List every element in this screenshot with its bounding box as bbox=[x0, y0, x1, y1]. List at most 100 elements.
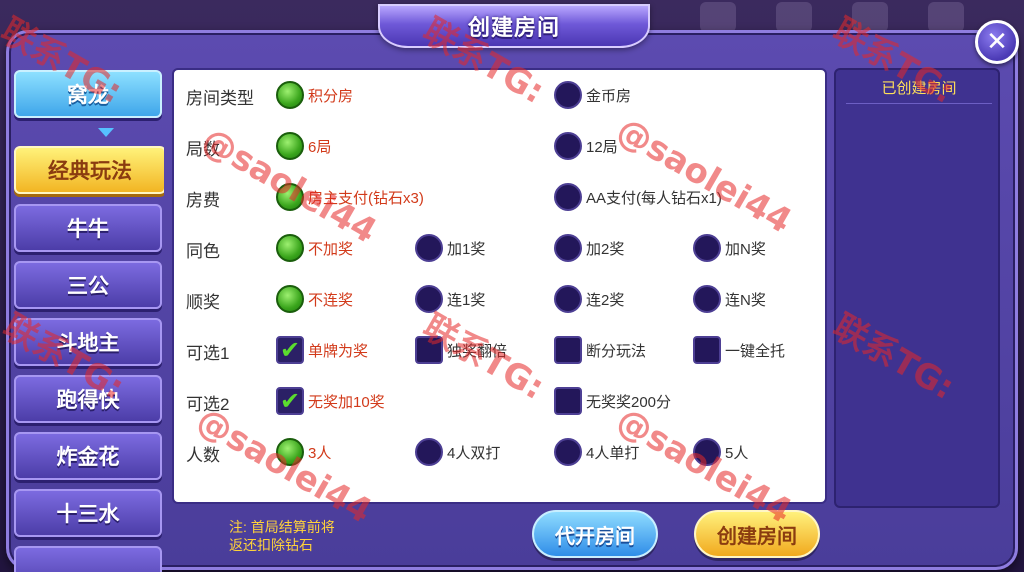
radio-option[interactable]: 加N奖 bbox=[693, 232, 766, 264]
radio-option[interactable]: AA支付(每人钻石x1) bbox=[554, 181, 722, 213]
option-row-same-color: 同色 不加奖 加1奖 加2奖 加N奖 bbox=[174, 228, 829, 268]
menu-item-label: 炸金花 bbox=[56, 445, 120, 469]
row-label: 局数 bbox=[186, 140, 220, 159]
radio-option[interactable]: 6局 bbox=[276, 130, 331, 162]
radio-option[interactable]: 加2奖 bbox=[554, 232, 624, 264]
button-label: 代开房间 bbox=[555, 523, 635, 548]
option-label: 12局 bbox=[586, 138, 618, 156]
radio-option[interactable]: 连N奖 bbox=[693, 283, 766, 315]
radio-option[interactable]: 5人 bbox=[693, 436, 748, 468]
option-label: 连1奖 bbox=[447, 291, 486, 309]
radio-option[interactable]: 不连奖 bbox=[276, 283, 353, 315]
radio-option[interactable]: 3人 bbox=[276, 436, 331, 468]
chevron-down-icon bbox=[98, 128, 114, 137]
row-label: 房间类型 bbox=[186, 89, 254, 108]
game-menu: 窝龙 经典玩法 牛牛 三公 斗地主 跑得快 炸金花 十三水 bbox=[14, 66, 164, 572]
checkbox-checked-icon: ✔ bbox=[276, 387, 304, 415]
option-label: 4人双打 bbox=[447, 444, 501, 462]
menu-item-doudizhu[interactable]: 斗地主 bbox=[14, 318, 162, 366]
checkbox-option[interactable]: ✔ 无奖加10奖 bbox=[276, 385, 385, 417]
radio-option[interactable]: 4人单打 bbox=[554, 436, 639, 468]
background-top-icons bbox=[700, 0, 964, 34]
radio-selected-icon bbox=[276, 183, 304, 211]
radio-option[interactable]: 加1奖 bbox=[415, 232, 485, 264]
checkbox-unchecked-icon bbox=[554, 336, 582, 364]
option-label: 独奖翻倍 bbox=[447, 342, 508, 360]
checkbox-option[interactable]: ✔ 单牌为奖 bbox=[276, 334, 368, 366]
bg-icon bbox=[700, 2, 736, 32]
menu-item-classic[interactable]: 经典玩法 bbox=[14, 146, 164, 194]
diamond-refund-note: 注: 首局结算前将 返还扣除钻石 bbox=[229, 518, 369, 554]
option-label: 房主支付(钻石x3) bbox=[308, 189, 424, 207]
radio-selected-icon bbox=[276, 234, 304, 262]
checkbox-unchecked-icon bbox=[693, 336, 721, 364]
option-label: 连2奖 bbox=[586, 291, 625, 309]
menu-item-sangong[interactable]: 三公 bbox=[14, 261, 162, 309]
menu-item-label: 跑得快 bbox=[56, 388, 120, 412]
close-icon: ✕ bbox=[986, 27, 1008, 57]
option-label: AA支付(每人钻石x1) bbox=[586, 189, 722, 207]
menu-item-paodekuai[interactable]: 跑得快 bbox=[14, 375, 162, 423]
option-row-optional-1: 可选1 ✔ 单牌为奖 独奖翻倍 断分玩法 一键全托 bbox=[174, 330, 829, 370]
radio-option[interactable]: 连1奖 bbox=[415, 283, 485, 315]
option-label: 6局 bbox=[308, 138, 332, 156]
checkbox-option[interactable]: 独奖翻倍 bbox=[415, 334, 507, 366]
radio-unselected-icon bbox=[554, 81, 582, 109]
radio-option[interactable]: 12局 bbox=[554, 130, 618, 162]
option-label: 单牌为奖 bbox=[308, 342, 369, 360]
option-row-optional-2: 可选2 ✔ 无奖加10奖 无奖奖200分 bbox=[174, 381, 829, 421]
radio-option[interactable]: 金币房 bbox=[554, 79, 631, 111]
option-label: 4人单打 bbox=[586, 444, 640, 462]
radio-unselected-icon bbox=[693, 285, 721, 313]
checkbox-option[interactable]: 无奖奖200分 bbox=[554, 385, 671, 417]
option-label: 无奖奖200分 bbox=[586, 393, 672, 411]
note-line: 注: 首局结算前将 bbox=[229, 519, 335, 535]
menu-item-niuniu[interactable]: 牛牛 bbox=[14, 204, 162, 252]
option-row-players: 人数 3人 4人双打 4人单打 5人 bbox=[174, 432, 829, 472]
radio-selected-icon bbox=[276, 132, 304, 160]
proxy-open-room-button[interactable]: 代开房间 bbox=[532, 510, 658, 558]
dialog-title: 创建房间 bbox=[467, 16, 560, 41]
radio-unselected-icon bbox=[554, 285, 582, 313]
option-label: 5人 bbox=[725, 444, 749, 462]
radio-option[interactable]: 连2奖 bbox=[554, 283, 624, 315]
radio-option[interactable]: 4人双打 bbox=[415, 436, 500, 468]
row-label: 可选1 bbox=[186, 344, 230, 363]
option-label: 连N奖 bbox=[725, 291, 766, 309]
option-label: 断分玩法 bbox=[586, 342, 647, 360]
option-label: 加N奖 bbox=[725, 240, 766, 258]
option-label: 加2奖 bbox=[586, 240, 625, 258]
option-row-room-type: 房间类型 积分房 金币房 bbox=[174, 75, 829, 115]
checkbox-option[interactable]: 一键全托 bbox=[693, 334, 785, 366]
menu-item-shisanshui[interactable]: 十三水 bbox=[14, 489, 162, 537]
radio-unselected-icon bbox=[554, 234, 582, 262]
radio-option[interactable]: 房主支付(钻石x3) bbox=[276, 181, 424, 213]
create-room-button[interactable]: 创建房间 bbox=[694, 510, 820, 558]
menu-item-more[interactable] bbox=[14, 546, 162, 572]
row-label: 同色 bbox=[186, 242, 220, 261]
checkmark-icon: ✔ bbox=[279, 387, 301, 415]
checkbox-unchecked-icon bbox=[554, 387, 582, 415]
row-label: 人数 bbox=[186, 446, 220, 465]
row-label: 房费 bbox=[186, 191, 220, 210]
option-label: 金币房 bbox=[586, 87, 632, 105]
radio-option[interactable]: 积分房 bbox=[276, 79, 353, 111]
radio-unselected-icon bbox=[693, 438, 721, 466]
dialog-title-banner: 创建房间 bbox=[378, 4, 650, 48]
bg-icon bbox=[928, 2, 964, 32]
row-label: 可选2 bbox=[186, 395, 230, 414]
options-panel: 房间类型 积分房 金币房 局数 6局 12局 房费 房主支付(钻石x3) AA支… bbox=[172, 68, 827, 504]
bg-icon bbox=[852, 2, 888, 32]
radio-selected-icon bbox=[276, 438, 304, 466]
button-label: 创建房间 bbox=[717, 523, 797, 548]
option-label: 一键全托 bbox=[725, 342, 786, 360]
radio-unselected-icon bbox=[554, 183, 582, 211]
menu-item-wolong[interactable]: 窝龙 bbox=[14, 70, 162, 118]
option-row-room-fee: 房费 房主支付(钻石x3) AA支付(每人钻石x1) bbox=[174, 177, 829, 217]
close-button[interactable]: ✕ bbox=[975, 20, 1019, 64]
radio-option[interactable]: 不加奖 bbox=[276, 232, 353, 264]
checkbox-option[interactable]: 断分玩法 bbox=[554, 334, 646, 366]
menu-item-zhajinhua[interactable]: 炸金花 bbox=[14, 432, 162, 480]
option-label: 不连奖 bbox=[308, 291, 354, 309]
menu-item-label: 经典玩法 bbox=[48, 159, 132, 183]
